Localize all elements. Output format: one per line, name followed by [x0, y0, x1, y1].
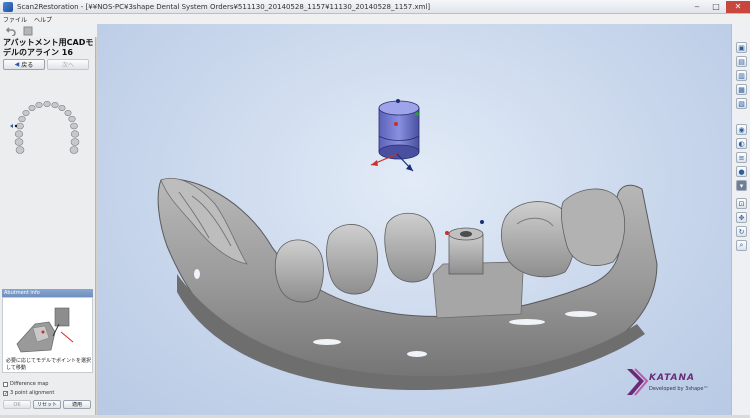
zoom-icon[interactable]: ⌕ [736, 240, 747, 251]
back-button[interactable]: ◀ 戻る [3, 59, 45, 70]
title-bar: Scan2Restoration - [¥¥NOS-PC¥3shape Dent… [0, 0, 750, 14]
transparency-icon[interactable]: ◐ [736, 138, 747, 149]
shade-icon[interactable]: ● [736, 166, 747, 177]
checkmark-icon: ✓ [3, 390, 9, 397]
view-back-icon[interactable]: ▧ [736, 98, 747, 109]
visibility-icon[interactable]: ◉ [736, 124, 747, 135]
app-icon [3, 1, 13, 12]
step-title: アバットメント用CADモデルのアライン 16 [3, 38, 94, 57]
left-panel: アバットメント用CADモデルのアライン 16 ◀ 戻る 次へ Abutment … [0, 37, 96, 415]
undo-icon[interactable] [4, 25, 17, 36]
info-box: 必要に応じてモデルでポイントを選択して移動 [2, 297, 93, 373]
reset-button[interactable]: リセット [33, 400, 61, 409]
three-point-label: 3 point alignment [10, 390, 55, 396]
developer-credit: Developed by 3shape™ [649, 386, 709, 392]
view-front-icon[interactable]: ▣ [736, 42, 747, 53]
dental-scene [157, 99, 658, 390]
toolstrip [0, 24, 100, 37]
menu-help[interactable]: ヘルプ [34, 15, 52, 24]
3d-viewport[interactable]: KATANA Developed by 3shape™ [97, 24, 731, 415]
next-button[interactable]: 次へ [47, 59, 89, 70]
fit-view-icon[interactable]: ⊡ [736, 198, 747, 209]
minimize-button[interactable]: ‒ [688, 1, 706, 13]
katana-logo-mark [627, 368, 649, 396]
tooth-premolar-3 [384, 212, 436, 283]
menu-bar: ファイル ヘルプ [0, 14, 750, 24]
view-top-icon[interactable]: ▤ [736, 56, 747, 67]
next-label: 次へ [61, 62, 74, 69]
ok-button[interactable]: OK [3, 400, 31, 409]
katana-logo: KATANA Developed by 3shape™ [625, 367, 709, 403]
view-right-icon[interactable]: ▦ [736, 84, 747, 95]
difference-map-checkbox[interactable]: Difference map [3, 381, 48, 387]
view-left-icon[interactable]: ▥ [736, 70, 747, 81]
cad-abutment-model [378, 99, 420, 160]
redo-icon[interactable] [21, 25, 34, 36]
checkbox-box [3, 381, 8, 387]
menu-file[interactable]: ファイル [3, 15, 27, 24]
katana-brand: KATANA [649, 373, 695, 383]
tooth-premolar-2 [326, 224, 378, 295]
abutment-hint-image [15, 302, 81, 354]
window-title: Scan2Restoration - [¥¥NOS-PC¥3shape Dent… [17, 2, 431, 11]
back-label: 戻る [21, 62, 34, 69]
collapse-icon[interactable]: ▾ [736, 180, 747, 191]
difference-map-label: Difference map [10, 381, 49, 387]
apply-button[interactable]: 適用 [63, 400, 91, 409]
tooth-premolar-1 [274, 239, 324, 303]
three-point-alignment-checkbox[interactable]: ✓ 3 point alignment [3, 390, 54, 396]
layers-icon[interactable]: ≡ [736, 152, 747, 163]
right-toolbar: ▣ ▤ ▥ ▦ ▧ ◉ ◐ ≡ ● ▾ ⊡ ✥ ↻ ⌕ [731, 24, 750, 415]
close-button[interactable]: ✕ [726, 0, 750, 13]
rotate-icon[interactable]: ↻ [736, 226, 747, 237]
pan-icon[interactable]: ✥ [736, 212, 747, 223]
maximize-button[interactable]: □ [707, 1, 725, 13]
arrow-left-icon: ◀ [14, 61, 20, 68]
tooth-chart[interactable] [4, 95, 90, 161]
info-text: 必要に応じてモデルでポイントを選択して移動 [6, 358, 92, 371]
info-header: Abutment info [2, 289, 93, 297]
